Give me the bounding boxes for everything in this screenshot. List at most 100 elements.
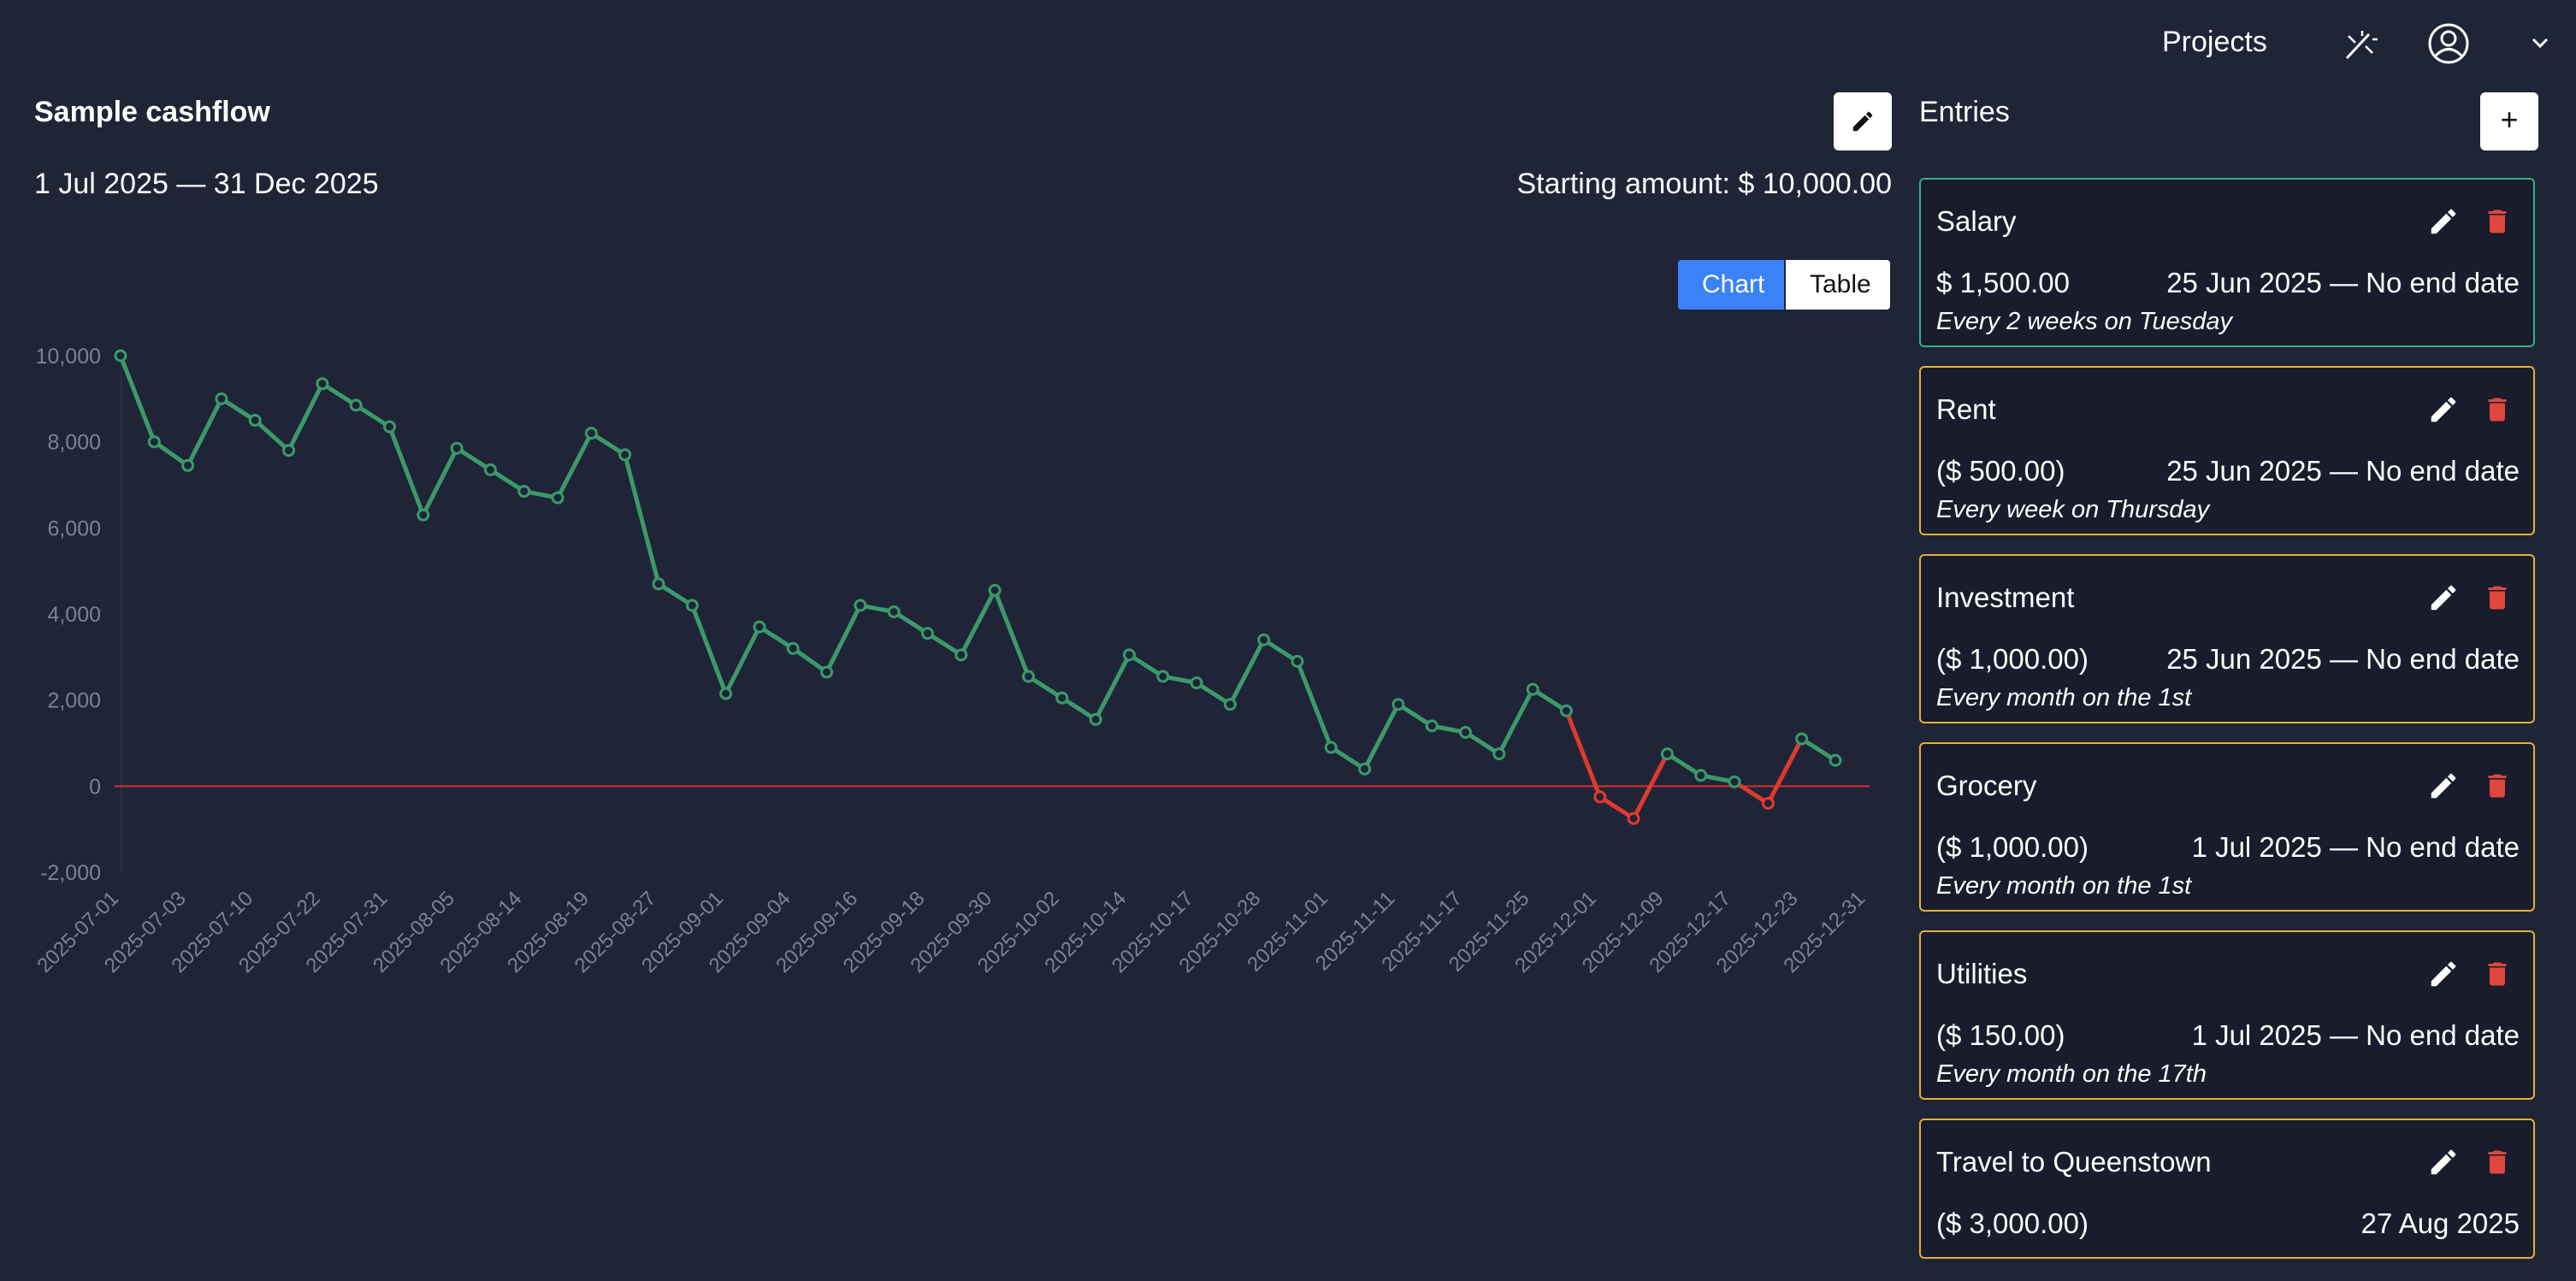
entry-frequency: Every month on the 1st [1936, 684, 2192, 711]
trash-icon[interactable] [2482, 1146, 2513, 1178]
add-entry-button[interactable]: + [2480, 92, 2538, 151]
entry-name: Utilities [1936, 958, 2028, 989]
entry-frequency: Every week on Thursday [1936, 496, 2210, 523]
series-segment [118, 353, 157, 445]
data-point[interactable] [854, 599, 867, 612]
pencil-icon[interactable] [2427, 581, 2460, 614]
data-point[interactable] [1559, 704, 1573, 717]
data-point[interactable] [1459, 725, 1473, 739]
entry-name: Grocery [1936, 770, 2037, 801]
data-point[interactable] [1492, 747, 1506, 761]
data-point[interactable] [1593, 790, 1607, 804]
data-point[interactable] [887, 605, 901, 618]
edit-cashflow-button[interactable] [1834, 92, 1892, 151]
trash-icon[interactable] [2482, 581, 2513, 614]
data-point[interactable] [1190, 676, 1203, 690]
data-point[interactable] [248, 414, 262, 427]
data-point[interactable] [483, 463, 497, 476]
y-tick-label: 2,000 [47, 689, 101, 713]
table-tab[interactable]: Table [1786, 260, 1890, 310]
data-point[interactable] [1761, 796, 1775, 810]
data-point[interactable] [753, 620, 766, 634]
view-toggle: Chart Table [1678, 260, 1890, 310]
data-point[interactable] [215, 392, 228, 405]
chart-tab[interactable]: Chart [1678, 260, 1784, 310]
pencil-icon[interactable] [2427, 770, 2460, 802]
pencil-icon[interactable] [2427, 958, 2460, 990]
data-point[interactable] [1324, 741, 1338, 754]
chevron-down-icon[interactable] [2528, 31, 2552, 55]
entry-amount: $ 1,500.00 [1936, 267, 2070, 298]
y-tick-label: 8,000 [47, 431, 101, 455]
data-point[interactable] [114, 349, 127, 363]
pencil-icon[interactable] [2427, 1146, 2460, 1178]
entry-card[interactable]: Utilities ($ 150.00) 1 Jul 2025 — No end… [1919, 930, 2535, 1100]
data-point[interactable] [1223, 698, 1237, 711]
data-point[interactable] [618, 448, 632, 462]
data-point[interactable] [517, 485, 531, 499]
data-point[interactable] [349, 398, 363, 412]
series-segment [1765, 736, 1805, 806]
data-point[interactable] [417, 508, 430, 522]
data-point[interactable] [282, 444, 296, 458]
entry-dates: 25 Jun 2025 — No end date [2166, 267, 2520, 298]
data-point[interactable] [1660, 747, 1674, 761]
data-point[interactable] [1122, 648, 1136, 662]
series-segment [1227, 637, 1267, 707]
entry-frequency: Every month on the 1st [1936, 872, 2192, 900]
series-segment [959, 587, 997, 658]
data-point[interactable] [383, 420, 397, 434]
pencil-icon[interactable] [2427, 393, 2460, 426]
data-point[interactable] [652, 577, 665, 591]
series-segment [555, 431, 594, 500]
data-point[interactable] [1257, 633, 1271, 646]
magic-wand-icon[interactable] [2340, 27, 2379, 62]
data-point[interactable] [450, 441, 464, 455]
data-point[interactable] [1627, 812, 1640, 825]
entry-card[interactable]: Travel to Queenstown ($ 3,000.00) 27 Aug… [1919, 1119, 2535, 1259]
data-point[interactable] [1089, 712, 1102, 726]
data-point[interactable] [1425, 719, 1439, 733]
data-point[interactable] [1526, 682, 1539, 696]
data-point[interactable] [685, 599, 699, 612]
pencil-icon[interactable] [2427, 205, 2460, 238]
trash-icon[interactable] [2482, 958, 2513, 990]
data-point[interactable] [551, 491, 564, 505]
data-point[interactable] [1694, 769, 1708, 782]
data-point[interactable] [1391, 698, 1405, 711]
trash-icon[interactable] [2482, 770, 2513, 802]
y-tick-label: 4,000 [47, 603, 101, 627]
data-point[interactable] [719, 687, 733, 700]
data-point[interactable] [1055, 691, 1069, 705]
data-point[interactable] [147, 435, 161, 449]
projects-link[interactable]: Projects [2162, 26, 2267, 59]
data-point[interactable] [1021, 670, 1035, 683]
trash-icon[interactable] [2482, 393, 2513, 426]
user-avatar-icon[interactable] [2427, 22, 2470, 65]
entries-title: Entries [1919, 96, 2010, 128]
data-point[interactable] [181, 458, 195, 472]
series-segment [824, 603, 863, 675]
entry-dates: 1 Jul 2025 — No end date [2191, 1019, 2520, 1051]
entry-card[interactable]: Rent ($ 500.00) 25 Jun 2025 — No end dat… [1919, 366, 2535, 535]
data-point[interactable] [1829, 753, 1842, 767]
data-point[interactable] [988, 583, 1001, 597]
data-point[interactable] [1291, 654, 1304, 668]
trash-icon[interactable] [2482, 205, 2513, 238]
data-point[interactable] [316, 377, 329, 391]
data-point[interactable] [1795, 732, 1809, 746]
data-point[interactable] [820, 665, 834, 679]
cashflow-chart: 10,000 8,000 6,000 4,000 2,000 0 -2,000 2025-0… [32, 345, 1870, 977]
data-point[interactable] [921, 627, 935, 640]
data-point[interactable] [1728, 775, 1741, 788]
data-point[interactable] [786, 641, 800, 655]
series-segment [252, 418, 292, 453]
series-segment [724, 624, 762, 696]
data-point[interactable] [954, 648, 968, 662]
data-point[interactable] [1156, 670, 1170, 683]
entry-card[interactable]: Investment ($ 1,000.00) 25 Jun 2025 — No… [1919, 554, 2535, 723]
entry-card[interactable]: Grocery ($ 1,000.00) 1 Jul 2025 — No end… [1919, 742, 2535, 912]
data-point[interactable] [584, 427, 598, 440]
entry-card[interactable]: Salary $ 1,500.00 25 Jun 2025 — No end d… [1919, 178, 2535, 347]
data-point[interactable] [1358, 762, 1372, 776]
